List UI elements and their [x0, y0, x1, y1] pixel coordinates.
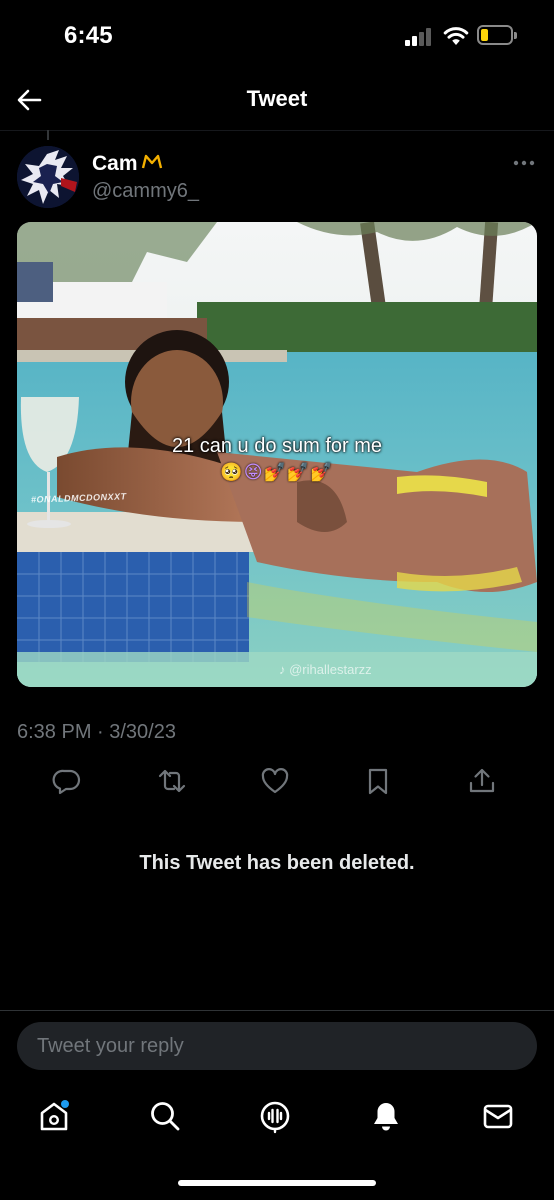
- wifi-icon: [443, 27, 469, 45]
- tiktok-watermark: ♪ @rihallestarzz: [279, 662, 372, 677]
- notification-dot: [61, 1100, 69, 1108]
- avatar[interactable]: [17, 146, 79, 208]
- media-emoji-line: 🥺😝💅💅💅: [220, 462, 334, 482]
- top-navigation-bar: Tweet: [0, 72, 554, 131]
- share-icon: [469, 768, 495, 793]
- tab-search[interactable]: [141, 1090, 189, 1142]
- home-icon: [40, 1100, 69, 1131]
- tab-spaces[interactable]: [251, 1090, 299, 1142]
- bell-icon: [374, 1103, 398, 1131]
- more-horizontal-icon[interactable]: [510, 153, 538, 173]
- divider: [0, 1010, 554, 1011]
- like-button[interactable]: [254, 760, 296, 802]
- deleted-tweet-notice: This Tweet has been deleted.: [139, 852, 415, 874]
- reply-button[interactable]: [46, 760, 88, 802]
- status-bar: 6:45: [0, 0, 554, 72]
- search-icon: [151, 1102, 180, 1131]
- tab-messages[interactable]: [474, 1090, 522, 1142]
- retweet-button[interactable]: [151, 760, 193, 802]
- tweet-media-image[interactable]: 21 can u do sum for me 🥺😝💅💅💅 #ONALDMCDON…: [17, 222, 537, 687]
- mail-icon: [483, 1104, 513, 1129]
- reply-box[interactable]: [17, 1022, 537, 1070]
- crown-icon: [141, 154, 162, 169]
- page-title: Tweet: [246, 86, 308, 111]
- media-caption: 21 can u do sum for me: [171, 435, 383, 457]
- tweet-timestamp[interactable]: 6:38 PM · 3/30/23: [17, 721, 176, 744]
- thread-connector-line: [47, 130, 49, 140]
- bookmark-button[interactable]: [357, 760, 399, 802]
- reply-input[interactable]: [35, 1033, 519, 1059]
- share-button[interactable]: [461, 760, 503, 802]
- heart-icon: [261, 768, 289, 794]
- bookmark-icon: [368, 768, 388, 795]
- author-handle[interactable]: @cammy6_: [92, 180, 199, 203]
- author-display-name[interactable]: Cam: [92, 152, 163, 176]
- reply-icon: [52, 769, 81, 795]
- tab-notifications[interactable]: [362, 1090, 410, 1142]
- home-indicator: [178, 1180, 376, 1186]
- bottom-tab-bar: [0, 1090, 554, 1146]
- battery-icon: [477, 25, 517, 45]
- tweet-action-bar: [0, 760, 554, 802]
- retweet-icon: [158, 769, 186, 793]
- tab-home[interactable]: [30, 1090, 78, 1142]
- cellular-signal-icon: [405, 28, 433, 46]
- status-time: 6:45: [64, 22, 113, 49]
- author-name-text: Cam: [92, 152, 138, 175]
- spaces-icon: [260, 1101, 290, 1134]
